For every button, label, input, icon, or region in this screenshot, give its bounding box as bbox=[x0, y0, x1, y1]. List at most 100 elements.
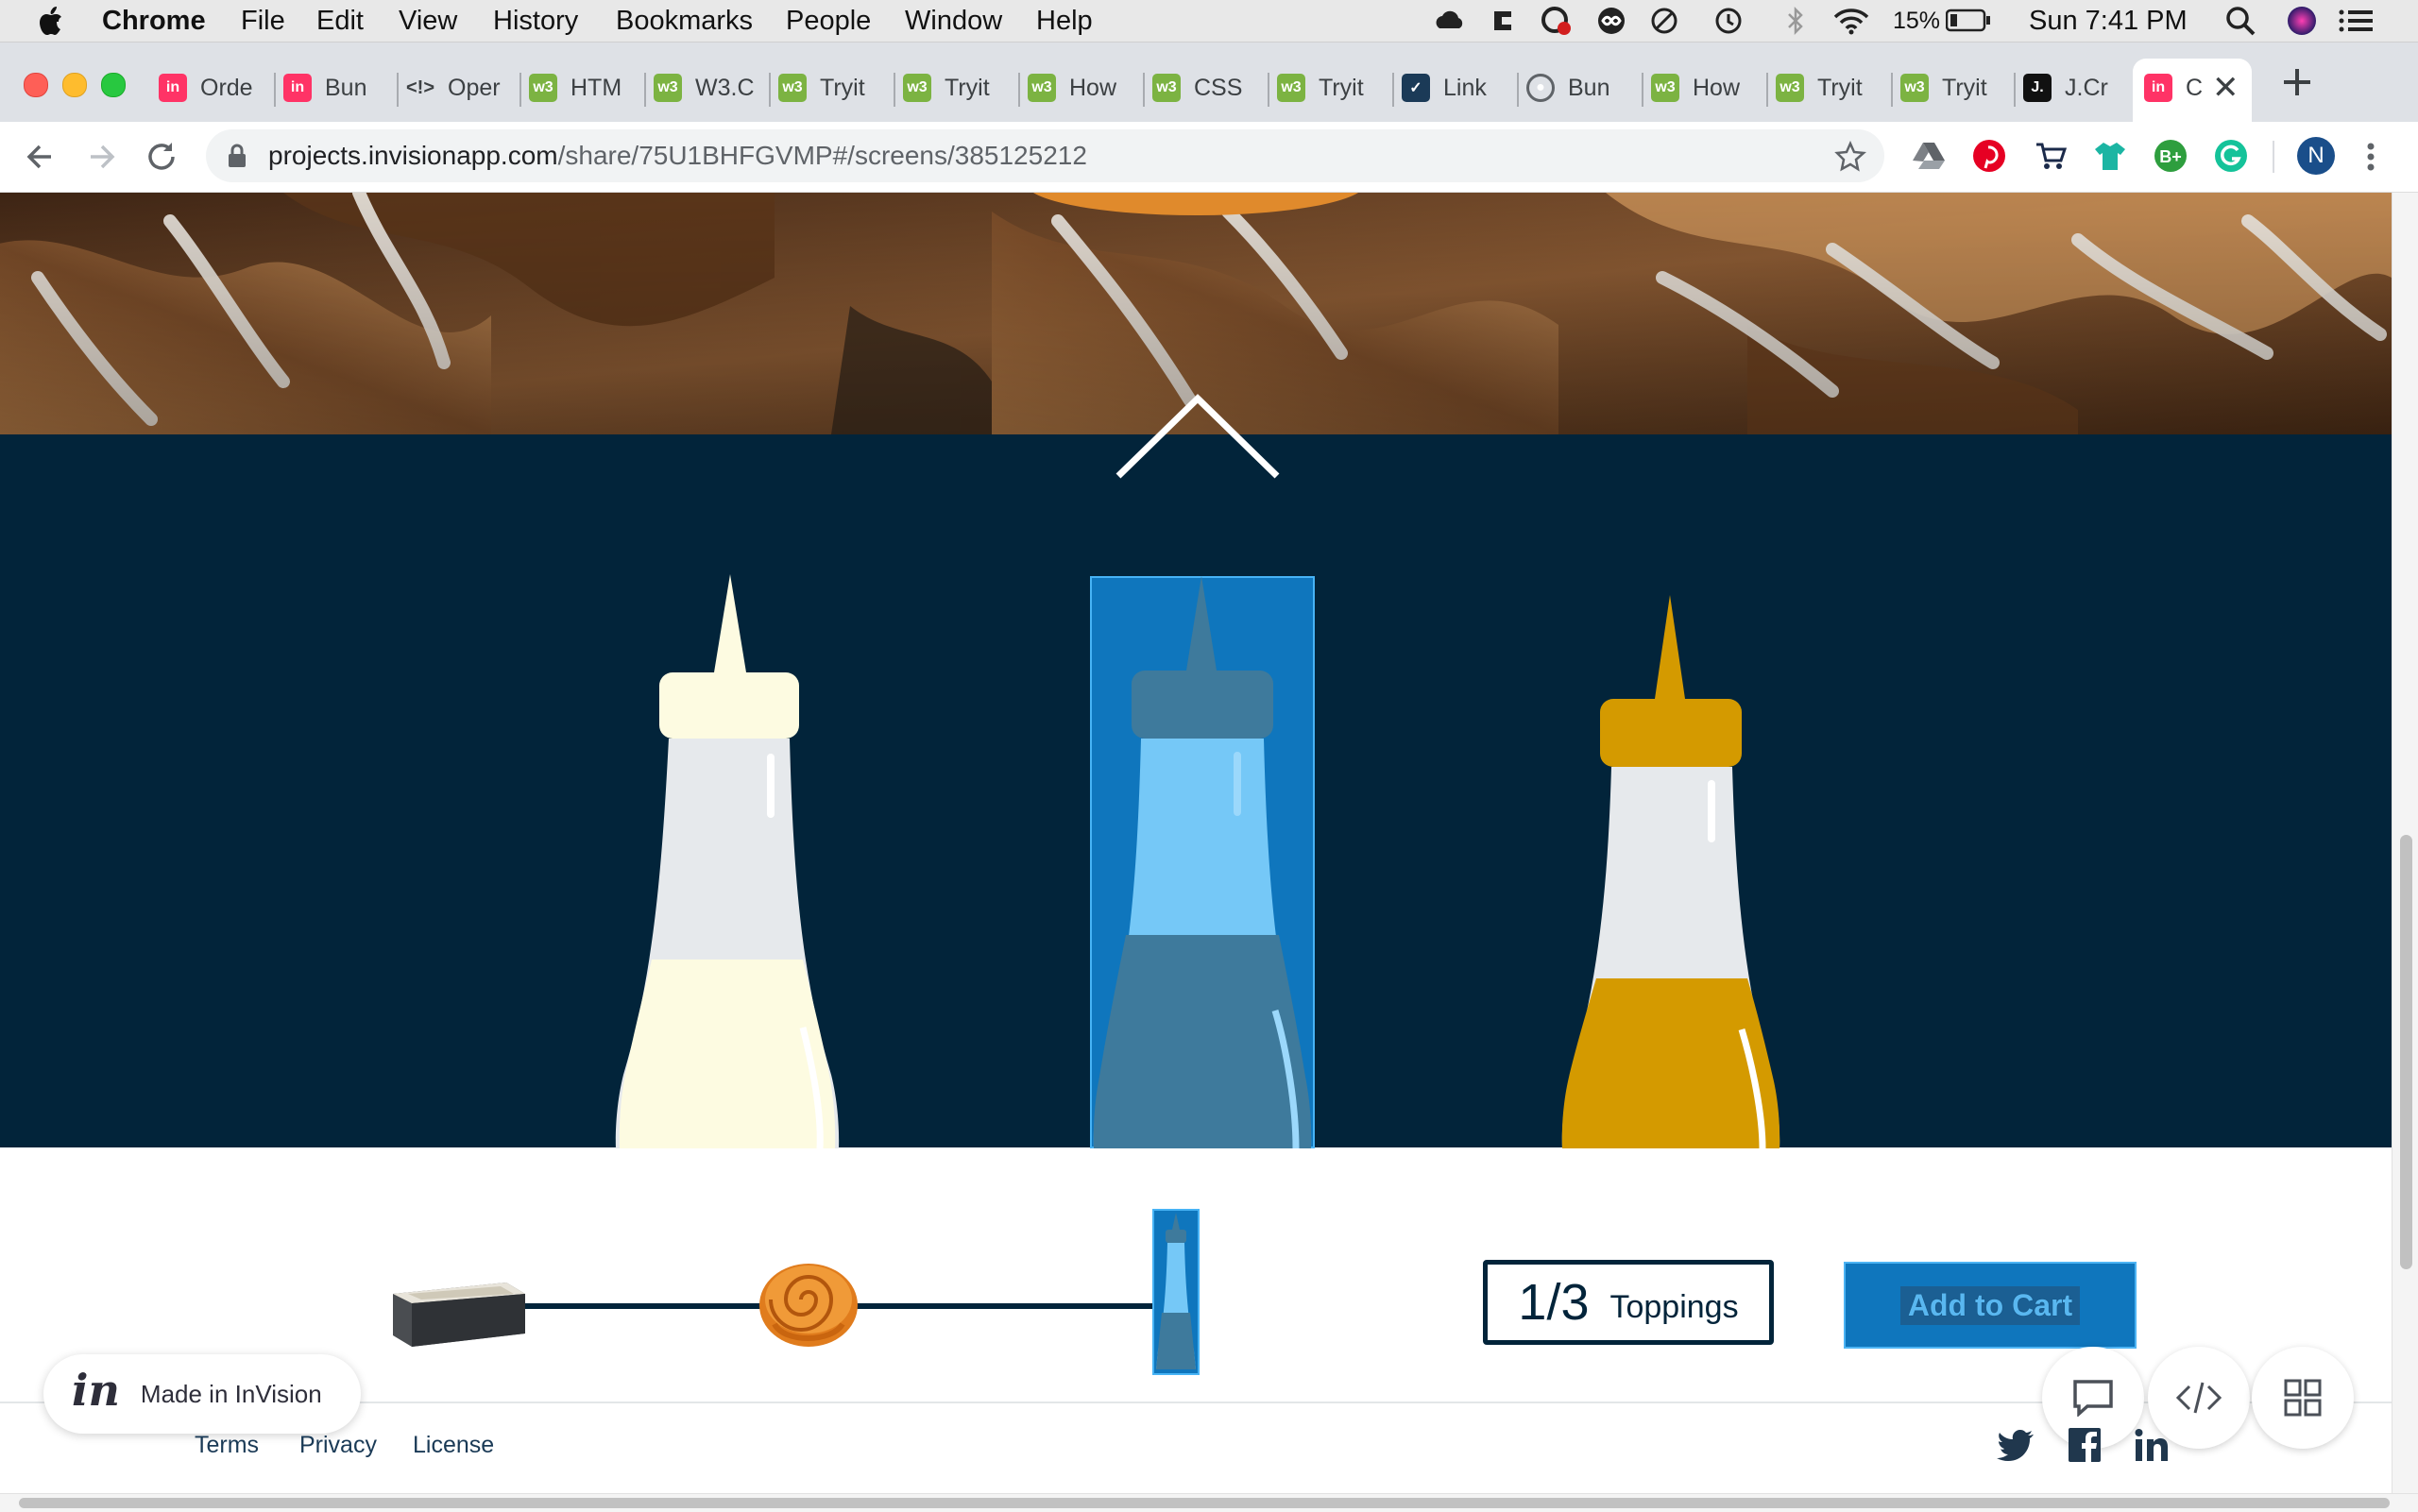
forward-icon[interactable] bbox=[83, 139, 121, 175]
box-step-icon[interactable] bbox=[387, 1269, 529, 1352]
close-tab-icon[interactable]: ✕ bbox=[2212, 69, 2239, 107]
cart-icon[interactable] bbox=[2035, 141, 2067, 171]
tab-14[interactable]: w3 Tryit bbox=[1900, 61, 2006, 114]
tab-0[interactable]: in Orde bbox=[159, 61, 264, 114]
twitter-icon[interactable] bbox=[1997, 1430, 2035, 1462]
url-text[interactable]: projects.invisionapp.com/share/75U1BHFGV… bbox=[268, 141, 1087, 171]
tab-separator bbox=[397, 73, 399, 107]
creative-cloud-icon[interactable] bbox=[1432, 8, 1470, 34]
vertical-scrollbar[interactable] bbox=[2392, 193, 2418, 1493]
pinterest-icon[interactable] bbox=[1972, 139, 2006, 173]
add-to-cart-button[interactable]: Add to Cart bbox=[1844, 1262, 2137, 1349]
menu-file[interactable]: File bbox=[241, 6, 285, 37]
tab-9[interactable]: w3 Tryit bbox=[1277, 61, 1383, 114]
menu-history[interactable]: History bbox=[493, 6, 578, 37]
footer-license-link[interactable]: License bbox=[413, 1432, 494, 1459]
tab-7[interactable]: w3 How bbox=[1028, 61, 1133, 114]
infinity-icon[interactable] bbox=[1594, 7, 1628, 35]
siri-icon[interactable] bbox=[2286, 5, 2318, 37]
caramel-sauce-bottle[interactable] bbox=[1558, 595, 1785, 1148]
w3schools-icon: w3 bbox=[903, 74, 931, 102]
tab-10[interactable]: ✓ Link bbox=[1402, 61, 1507, 114]
window-close-button[interactable] bbox=[24, 73, 48, 97]
blocker-icon[interactable] bbox=[1649, 7, 1679, 35]
battery-icon[interactable] bbox=[1946, 8, 1991, 33]
tab-label: Oper bbox=[448, 74, 501, 101]
tab-15[interactable]: J. J.Cr bbox=[2023, 61, 2129, 114]
selected-bottle-step-icon[interactable] bbox=[1152, 1209, 1200, 1375]
facebook-icon[interactable] bbox=[2069, 1428, 2101, 1462]
bluetooth-icon[interactable] bbox=[1785, 6, 1806, 36]
bookmark-star-icon[interactable] bbox=[1834, 141, 1866, 173]
menu-help[interactable]: Help bbox=[1036, 6, 1093, 37]
cinnamon-roll-step-icon[interactable] bbox=[756, 1258, 861, 1349]
menu-edit[interactable]: Edit bbox=[316, 6, 364, 37]
tab-separator bbox=[1766, 73, 1768, 107]
horizontal-scrollbar[interactable] bbox=[0, 1493, 2418, 1512]
menu-bookmarks[interactable]: Bookmarks bbox=[616, 6, 753, 37]
w3schools-icon: w3 bbox=[778, 74, 807, 102]
tab-label: Tryit bbox=[945, 74, 990, 101]
cream-sauce-bottle[interactable] bbox=[614, 574, 841, 1148]
notification-center-icon[interactable] bbox=[2339, 8, 2375, 33]
tab-8[interactable]: w3 CSS bbox=[1152, 61, 1258, 114]
w3schools-icon: w3 bbox=[1277, 74, 1305, 102]
window-zoom-button[interactable] bbox=[101, 73, 126, 97]
back-icon[interactable] bbox=[23, 139, 60, 175]
url-path: /share/75U1BHFGVMP#/screens/385125212 bbox=[557, 141, 1087, 170]
svg-text:B+: B+ bbox=[2159, 147, 2182, 166]
apple-icon[interactable] bbox=[38, 6, 64, 36]
tab-16[interactable]: in C bbox=[2144, 61, 2210, 114]
menu-window[interactable]: Window bbox=[905, 6, 1002, 37]
footer-terms-link[interactable]: Terms bbox=[195, 1432, 259, 1459]
tab-label: How bbox=[1693, 74, 1741, 101]
tab-1[interactable]: in Bun bbox=[283, 61, 389, 114]
horizontal-scrollbar-thumb[interactable] bbox=[19, 1498, 2390, 1508]
footer-privacy-link[interactable]: Privacy bbox=[299, 1432, 377, 1459]
reload-icon[interactable] bbox=[144, 139, 181, 175]
tab-label: J.Cr bbox=[2065, 74, 2108, 101]
app-menu-chrome[interactable]: Chrome bbox=[102, 6, 206, 37]
jcrew-icon: J. bbox=[2023, 74, 2052, 102]
tab-label: Bun bbox=[325, 74, 367, 101]
cloud-sync-icon[interactable] bbox=[1540, 6, 1574, 36]
made-in-invision-badge[interactable]: in Made in InVision bbox=[43, 1354, 361, 1434]
w3schools-icon: w3 bbox=[654, 74, 682, 102]
tab-label: Tryit bbox=[1817, 74, 1863, 101]
vertical-scrollbar-thumb[interactable] bbox=[2400, 835, 2412, 1269]
window-minimize-button[interactable] bbox=[62, 73, 87, 97]
grid-icon bbox=[2284, 1379, 2322, 1417]
tab-2[interactable]: <!> Oper bbox=[406, 61, 512, 114]
new-tab-icon[interactable] bbox=[2280, 65, 2314, 99]
spotlight-search-icon[interactable] bbox=[2225, 6, 2256, 36]
address-bar[interactable]: projects.invisionapp.com/share/75U1BHFGV… bbox=[206, 129, 1884, 182]
tab-11[interactable]: ● Bun bbox=[1526, 61, 1632, 114]
tab-3[interactable]: w3 HTM bbox=[529, 61, 635, 114]
menubar-clock[interactable]: Sun 7:41 PM bbox=[2029, 6, 2188, 37]
tab-13[interactable]: w3 Tryit bbox=[1776, 61, 1882, 114]
grammarly-icon[interactable] bbox=[2214, 139, 2248, 173]
c-app-icon[interactable] bbox=[1489, 8, 1517, 34]
drive-icon[interactable] bbox=[1912, 141, 1946, 171]
selected-icing-bottle[interactable] bbox=[1090, 576, 1315, 1148]
wifi-icon[interactable] bbox=[1832, 7, 1870, 35]
tab-label: Bun bbox=[1568, 74, 1610, 101]
tab-separator bbox=[1392, 73, 1394, 107]
tab-label: Tryit bbox=[820, 74, 865, 101]
linkedin-icon[interactable] bbox=[2135, 1428, 2169, 1462]
time-machine-icon[interactable] bbox=[1711, 7, 1744, 35]
profile-avatar[interactable]: N bbox=[2297, 137, 2335, 175]
menu-people[interactable]: People bbox=[786, 6, 871, 37]
tab-5[interactable]: w3 Tryit bbox=[778, 61, 884, 114]
menu-view[interactable]: View bbox=[399, 6, 457, 37]
shirt-icon[interactable] bbox=[2093, 139, 2127, 173]
tab-12[interactable]: w3 How bbox=[1651, 61, 1757, 114]
b-plus-icon[interactable]: B+ bbox=[2154, 139, 2188, 173]
tab-separator bbox=[1642, 73, 1643, 107]
screens-grid-button[interactable] bbox=[2252, 1347, 2354, 1449]
chrome-menu-icon[interactable] bbox=[2363, 139, 2378, 175]
tab-4[interactable]: w3 W3.C bbox=[654, 61, 759, 114]
tab-6[interactable]: w3 Tryit bbox=[903, 61, 1009, 114]
lock-icon[interactable] bbox=[227, 144, 247, 168]
chevron-up-icon[interactable] bbox=[1113, 391, 1283, 482]
